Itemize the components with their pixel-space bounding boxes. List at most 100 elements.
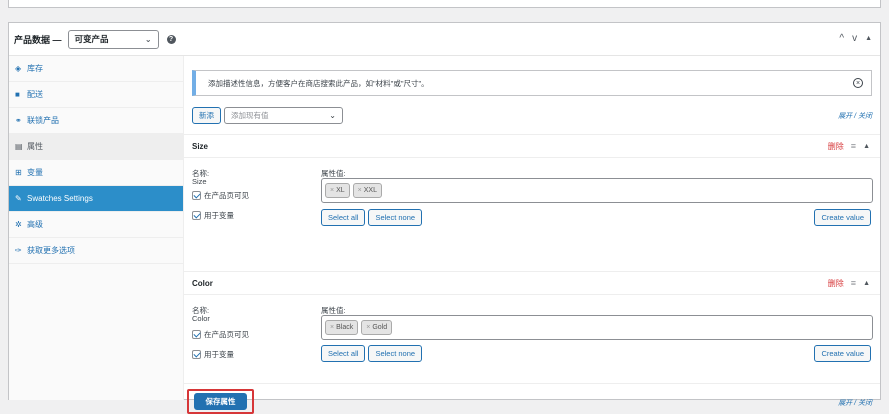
info-notice: 添加描述性信息，方便客户在商店搜索此产品，如"材料"或"尺寸"。 × [192, 70, 872, 96]
select-buttons: Select all Select none [321, 209, 423, 226]
help-icon[interactable]: ? [166, 34, 176, 44]
notice-text: 添加描述性信息，方便客户在商店搜索此产品，如"材料"或"尺寸"。 [208, 78, 429, 88]
tab-get-more-options[interactable]: ✑ 获取更多选项 [9, 238, 183, 264]
checkbox-checked[interactable] [192, 211, 201, 220]
token-label: Black [336, 324, 354, 331]
collapse-triangle-icon[interactable]: ▲ [865, 35, 872, 44]
panel-controls: ^ v ▲ [839, 33, 872, 44]
checkbox-label: 用于变量 [204, 211, 234, 220]
attributes-content: 添加描述性信息，方便客户在商店搜索此产品，如"材料"或"尺寸"。 × 新添 添加… [184, 56, 880, 414]
gear-icon: ✲ [15, 220, 22, 229]
remove-token-icon[interactable]: × [330, 187, 334, 194]
attribute-body-size: 名称: Size 属性值: × XL × XXL 在产品页可见 用于变量 Selec… [184, 158, 880, 248]
tab-label: 高级 [27, 220, 43, 229]
attribute-toolbar: 新添 添加现有值 ⌄ [192, 107, 343, 124]
attribute-body-color: 名称: Color 属性值: × Black × Gold 在产品页可见 用于变量 … [184, 295, 880, 380]
attribute-actions: 删除 ≡ ▲ [828, 141, 870, 152]
checkbox-label: 在产品页可见 [204, 330, 249, 339]
inventory-icon: ◈ [15, 64, 22, 73]
product-data-panel: 产品数据 — 可变产品 ⌄ ? ^ v ▲ ◈ 库存 ■ 配送 ⚭ 联锁产品 ▤ 属性 … [8, 22, 881, 414]
add-new-button[interactable]: 新添 [192, 107, 221, 124]
select-placeholder: 添加现有值 [231, 111, 269, 120]
tab-variations[interactable]: ⊞ 变量 [9, 160, 183, 186]
checkbox-checked[interactable] [192, 330, 201, 339]
attribute-name: Color [192, 278, 213, 288]
attribute-header-size[interactable]: Size 删除 ≡ ▲ [184, 134, 880, 158]
chevron-down-icon: ⌄ [144, 34, 152, 44]
tab-swatches-settings[interactable]: ✎ Swatches Settings [9, 186, 183, 212]
visible-checkbox[interactable]: 在产品页可见 [192, 190, 249, 201]
tab-label: 获取更多选项 [27, 246, 75, 255]
token-label: Gold [372, 324, 388, 331]
expand-collapse-link[interactable]: 展开 / 关闭 [838, 398, 872, 408]
tab-label: 配送 [27, 90, 43, 99]
tab-linked-products[interactable]: ⚭ 联锁产品 [9, 108, 183, 134]
panel-title: 产品数据 — [14, 34, 62, 45]
top-strip [0, 0, 889, 22]
variation-checkbox[interactable]: 用于变量 [192, 349, 234, 360]
value-token[interactable]: × Gold [361, 320, 393, 335]
truck-icon: ■ [15, 90, 20, 99]
tab-advanced[interactable]: ✲ 高级 [9, 212, 183, 238]
values-input[interactable]: × Black × Gold [321, 315, 873, 340]
attribute-name: Size [192, 141, 209, 151]
value-token[interactable]: × Black [325, 320, 359, 335]
panel-header: 产品数据 — 可变产品 ⌄ ? ^ v ▲ [9, 23, 880, 56]
checkbox-label: 在产品页可见 [204, 191, 249, 200]
select-buttons: Select all Select none [321, 345, 423, 362]
product-data-tabs: ◈ 库存 ■ 配送 ⚭ 联锁产品 ▤ 属性 ⊞ 变量 ✎ Swatches Settings… [9, 56, 184, 400]
select-none-button[interactable]: Select none [368, 209, 423, 226]
save-attributes-button[interactable]: 保存属性 [194, 393, 247, 410]
tab-label: 库存 [27, 64, 43, 73]
collapse-triangle-icon[interactable]: ▲ [863, 280, 870, 287]
attributes-icon: ▤ [15, 142, 23, 151]
link-icon: ⚭ [15, 116, 22, 125]
token-label: XXL [363, 187, 377, 194]
remove-token-icon[interactable]: × [358, 187, 362, 194]
existing-attribute-select[interactable]: 添加现有值 ⌄ [224, 107, 343, 124]
tab-label: 联锁产品 [27, 116, 59, 125]
token-label: XL [336, 187, 345, 194]
value-token[interactable]: × XXL [352, 183, 382, 198]
remove-token-icon[interactable]: × [330, 324, 334, 331]
select-none-button[interactable]: Select none [368, 345, 423, 362]
move-up-icon[interactable]: ^ [839, 33, 844, 44]
collapse-triangle-icon[interactable]: ▲ [863, 143, 870, 150]
product-type-value: 可变产品 [74, 34, 109, 44]
previous-panel-edge [8, 0, 881, 8]
remove-link[interactable]: 删除 [828, 141, 844, 152]
tab-label: 属性 [27, 142, 43, 151]
attribute-actions: 删除 ≡ ▲ [828, 278, 870, 289]
grid-icon: ⊞ [15, 168, 22, 177]
tab-attributes[interactable]: ▤ 属性 [9, 134, 183, 160]
drag-handle-icon[interactable]: ≡ [851, 278, 856, 288]
checkbox-label: 用于变量 [204, 350, 234, 359]
tab-shipping[interactable]: ■ 配送 [9, 82, 183, 108]
close-icon[interactable]: × [853, 78, 863, 88]
attribute-header-color[interactable]: Color 删除 ≡ ▲ [184, 271, 880, 295]
visible-checkbox[interactable]: 在产品页可见 [192, 329, 249, 340]
name-value: Color [192, 314, 210, 323]
value-token[interactable]: × XL [325, 183, 350, 198]
select-all-button[interactable]: Select all [321, 345, 366, 362]
remove-token-icon[interactable]: × [366, 324, 370, 331]
name-value: Size [192, 177, 207, 186]
footer-divider [184, 383, 880, 384]
drag-handle-icon[interactable]: ≡ [851, 141, 856, 151]
plugin-icon: ✑ [15, 246, 22, 255]
checkbox-checked[interactable] [192, 350, 201, 359]
expand-collapse-link[interactable]: 展开 / 关闭 [838, 111, 872, 121]
remove-link[interactable]: 删除 [828, 278, 844, 289]
product-type-select[interactable]: 可变产品 ⌄ [67, 29, 159, 49]
highlight-box: 保存属性 [187, 389, 254, 414]
tab-inventory[interactable]: ◈ 库存 [9, 56, 183, 82]
values-input[interactable]: × XL × XXL [321, 178, 873, 203]
move-down-icon[interactable]: v [852, 33, 857, 44]
wrench-icon: ✎ [15, 194, 22, 203]
variation-checkbox[interactable]: 用于变量 [192, 210, 234, 221]
create-value-button[interactable]: Create value [814, 345, 871, 362]
checkbox-checked[interactable] [192, 191, 201, 200]
tab-label: 变量 [27, 168, 43, 177]
create-value-button[interactable]: Create value [814, 209, 871, 226]
select-all-button[interactable]: Select all [321, 209, 366, 226]
